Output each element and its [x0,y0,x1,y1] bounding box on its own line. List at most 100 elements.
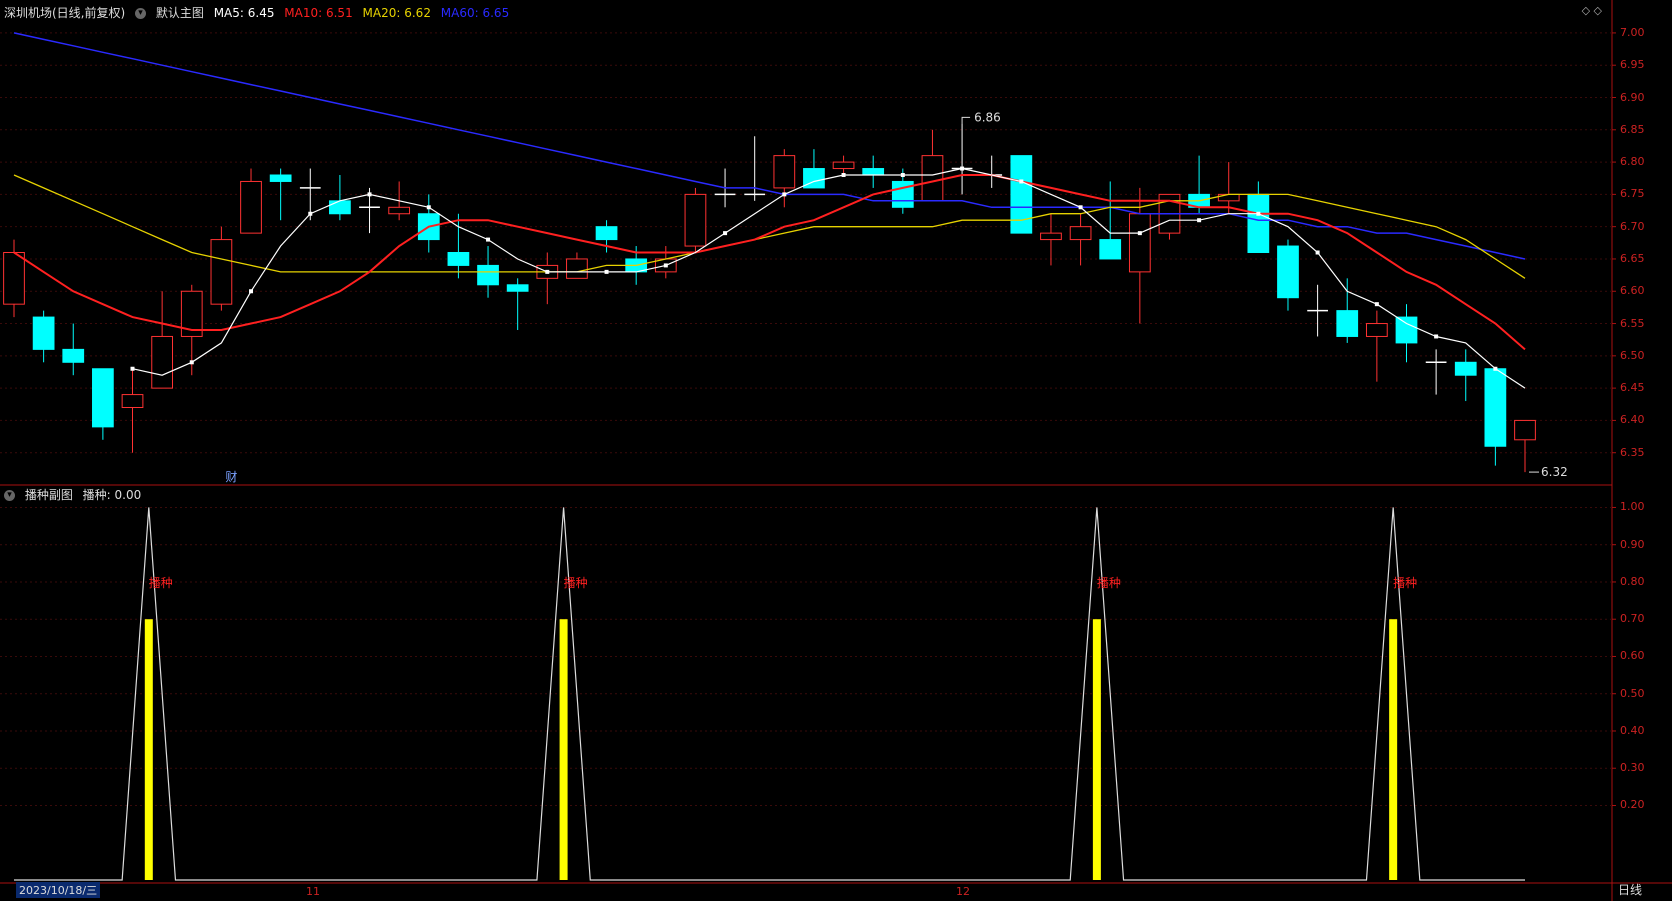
price-tick-label: 6.35 [1620,445,1645,459]
signal-label: 播种 [1393,576,1417,590]
ma5-dot [841,173,846,177]
candle-body [32,316,55,350]
signal-label: 播种 [149,576,173,590]
candle-body [388,206,411,215]
price-tick-label: 6.95 [1620,58,1645,72]
candle-body [1128,213,1151,273]
candle-body [210,239,233,305]
ma5-dot [782,192,787,197]
ma60-value: MA60: 6.65 [440,6,510,20]
ma5-dot [367,192,372,197]
main-chart-header: 深圳机场(日线,前复权) ▾ 默认主图 MA5: 6.45 MA10: 6.51… [4,4,515,21]
date-nov-label: 11 [306,885,320,898]
high-label: 6.86 [974,110,1001,124]
candle-body [329,200,351,215]
ma5-dot [426,205,431,210]
ma20-value: MA20: 6.62 [362,6,431,20]
main-indicator-name[interactable]: 默认主图 [156,6,204,20]
price-tick-label: 6.70 [1620,219,1645,233]
ma10-value: MA10: 6.51 [284,6,353,20]
price-tick-label: 6.50 [1620,348,1645,362]
ma5-dot [249,289,254,294]
signal-label: 播种 [564,576,588,590]
sub-tick-label: 0.30 [1620,761,1645,775]
ma5-dot [1019,179,1024,184]
ma5-dot [723,231,728,236]
candle-body [1454,361,1477,376]
price-tick-label: 6.40 [1620,413,1645,427]
candle-body [92,368,114,428]
price-tick-label: 6.85 [1620,122,1645,136]
ma5-dot [900,173,905,177]
candle-body [566,258,588,279]
stock-chart-canvas[interactable]: 6.86 6.32 财播种 播种 播种 播种 [0,0,1672,901]
ma5-value: MA5: 6.45 [213,6,275,20]
candle-body [151,335,174,389]
candle-body [1277,245,1299,299]
candle-body [269,174,292,182]
ma5-dot [604,269,609,274]
candle-body [477,264,499,286]
candle-body [684,193,707,247]
date-dec-label: 12 [956,885,970,898]
finance-marker: 财 [225,470,237,484]
panel-options-icon[interactable]: ◇ ◇ [1582,4,1602,17]
candle-body [1099,239,1122,260]
candle-body [1040,232,1062,241]
price-tick-label: 6.75 [1620,187,1645,201]
ma5-dot [545,269,550,274]
ma5-dot [189,360,194,365]
candle-body [447,252,470,266]
ma5-dot [130,366,135,371]
signal-bar [144,619,153,880]
price-tick-label: 6.60 [1620,284,1645,298]
sub-tick-label: 0.60 [1620,649,1645,663]
price-tick-label: 6.90 [1620,90,1645,104]
stock-title[interactable]: 深圳机场(日线,前复权) [4,6,125,20]
ma5-dot [308,211,313,216]
candle-body [62,348,85,363]
date-start-label: 2023/10/18/三 [16,882,101,898]
candle-body [240,180,262,234]
price-tick-label: 6.55 [1620,316,1645,330]
candle-body [832,161,855,170]
chevron-down-icon[interactable]: ▾ [135,8,147,19]
candle-body [506,284,529,292]
ma5-dot [1434,334,1439,339]
candle-body [1484,368,1507,447]
candle-body [1395,316,1418,344]
ma5-dot [1315,250,1320,255]
price-tick-label: 6.65 [1620,251,1645,265]
sub-chart-header: ▾ 播种副图 播种: 0.00 [4,486,147,503]
sub-tick-label: 0.50 [1620,686,1645,700]
ma5-dot [1493,366,1498,371]
ma5-dot [486,237,491,242]
sub-tick-label: 0.40 [1620,723,1645,737]
sub-indicator-value: 播种: 0.00 [82,488,142,502]
candle-body [862,168,885,176]
price-tick-label: 7.00 [1620,25,1645,39]
price-tick-label: 6.45 [1620,381,1645,395]
signal-bar [1092,619,1101,880]
ma5-dot [1078,205,1083,210]
high-marker [961,116,971,124]
price-tick-label: 6.80 [1620,155,1645,169]
sub-tick-label: 0.90 [1620,537,1645,551]
candle-body [121,394,144,409]
ma5-dot [1197,218,1202,223]
ma5-dot [960,166,965,171]
candle-body [1069,226,1092,241]
ma5-dot [1137,231,1142,236]
candle-body [1336,310,1359,337]
low-label: 6.32 [1541,465,1568,479]
sub-tick-label: 0.70 [1620,612,1645,626]
sub-indicator-name[interactable]: 播种副图 [25,488,73,502]
sub-tick-label: 1.00 [1620,500,1645,514]
sub-tick-label: 0.20 [1620,798,1645,812]
candle-body [1010,155,1033,234]
signal-bar [559,619,568,880]
chevron-down-icon[interactable]: ▾ [4,490,15,501]
period-button[interactable]: 日线 [1618,881,1642,898]
candle-body [1247,193,1270,253]
ma5-dot [1374,302,1379,307]
